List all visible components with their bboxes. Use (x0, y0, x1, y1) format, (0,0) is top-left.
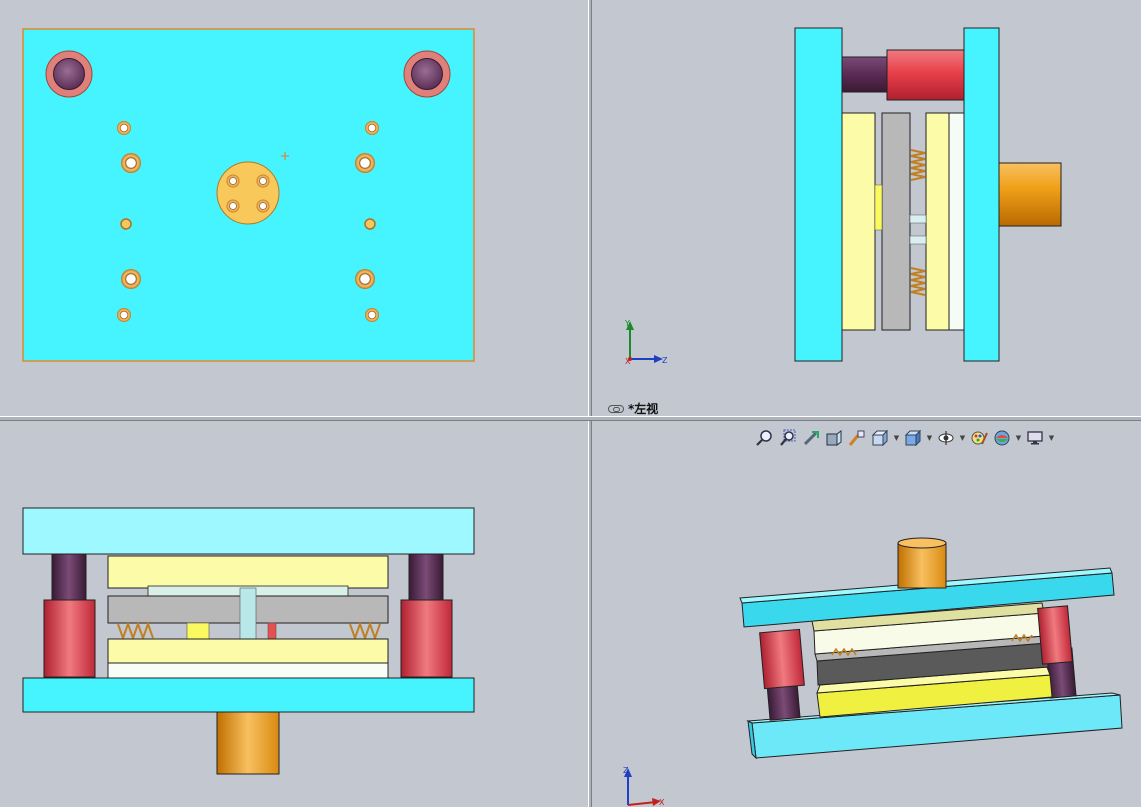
previous-view-button[interactable] (800, 427, 822, 449)
hide-show-items-dropdown[interactable]: ▼ (958, 427, 967, 449)
isometric-view-drawing: Z X (623, 537, 1123, 807)
svg-text:X: X (625, 357, 631, 366)
view-settings-dropdown[interactable]: ▼ (1047, 427, 1056, 449)
guide-bushing-right-front (400, 599, 453, 678)
dynamic-annotation-button[interactable] (846, 427, 868, 449)
link-view-icon (608, 404, 624, 413)
die-shank-front (216, 711, 280, 775)
white-plate-front (107, 662, 389, 679)
die-stack-iso (811, 602, 1053, 718)
apply-scene-icon (994, 430, 1010, 446)
white-plate-side (948, 112, 965, 331)
axis-triad-bottom-right: Z X (623, 766, 665, 807)
view-orientation-icon (871, 429, 889, 447)
hide-show-items-button[interactable] (935, 427, 957, 449)
svg-text:X: X (659, 798, 665, 807)
die-shank-top (216, 161, 280, 225)
section-view-button[interactable] (823, 427, 845, 449)
guide-bushing-front-right (1037, 605, 1073, 665)
dynamic-annotation-icon (848, 430, 865, 446)
view-name-label[interactable]: *左视 (608, 400, 658, 416)
upper-die-plate (22, 507, 475, 555)
zoom-to-area-icon (780, 429, 796, 446)
previous-view-icon (803, 431, 819, 446)
view-name-text: *左视 (628, 402, 659, 416)
guide-bushing-front-left (759, 628, 805, 690)
edit-appearance-button[interactable] (968, 427, 990, 449)
horizontal-viewport-splitter[interactable] (0, 416, 1141, 421)
die-shank-iso (897, 537, 947, 589)
view-settings-button[interactable] (1024, 427, 1046, 449)
viewport-top-view[interactable] (0, 0, 588, 416)
edit-appearance-icon (971, 431, 988, 445)
display-style-icon (904, 429, 922, 447)
view-orientation-button[interactable] (869, 427, 891, 449)
guide-post-right-front (408, 553, 444, 601)
svg-text:Z: Z (623, 766, 629, 775)
display-style-button[interactable] (902, 427, 924, 449)
die-plate-front (107, 638, 389, 664)
svg-text:Y: Y (624, 319, 630, 328)
guide-post-top-left (45, 50, 93, 98)
svg-text:Z: Z (662, 356, 668, 365)
lower-die-plate-front (22, 677, 475, 713)
view-settings-icon (1027, 431, 1043, 445)
top-view-drawing (22, 28, 475, 362)
guide-post-left-front (51, 553, 87, 601)
viewport-isometric-view[interactable]: Z X ▼ ▼ ▼ ▼ ▼ (592, 421, 1141, 807)
hide-show-items-icon (938, 431, 954, 445)
punch-holder-plate (107, 555, 389, 589)
axis-triad-top-right: Y Z X (624, 319, 668, 366)
front-view-drawing (22, 507, 475, 775)
vertical-viewport-splitter[interactable] (588, 0, 592, 807)
viewport-left-view[interactable]: Y Z X *左视 (592, 0, 1141, 416)
apply-scene-button[interactable] (991, 427, 1013, 449)
zoom-to-area-button[interactable] (777, 427, 799, 449)
zoom-to-fit-button[interactable] (754, 427, 776, 449)
guide-post-top-right (403, 50, 451, 98)
apply-scene-dropdown[interactable]: ▼ (1014, 427, 1023, 449)
guide-post-side (841, 56, 888, 93)
left-view-drawing: Y Z X (624, 27, 1062, 366)
section-view-icon (826, 430, 842, 446)
yellow-plate-1 (841, 112, 876, 331)
yellow-plate-2 (925, 112, 950, 331)
heads-up-view-toolbar: ▼ ▼ ▼ ▼ ▼ (754, 427, 1056, 449)
gray-plate-side (881, 112, 911, 331)
view-orientation-dropdown[interactable]: ▼ (892, 427, 901, 449)
die-shank-side (998, 162, 1062, 227)
guide-bushing-side (886, 49, 965, 101)
right-plate (963, 27, 1000, 362)
zoom-to-fit-icon (756, 430, 772, 446)
viewport-front-view[interactable] (0, 421, 588, 807)
guide-bushing-left-front (43, 599, 96, 678)
display-style-dropdown[interactable]: ▼ (925, 427, 934, 449)
left-plate (794, 27, 843, 362)
